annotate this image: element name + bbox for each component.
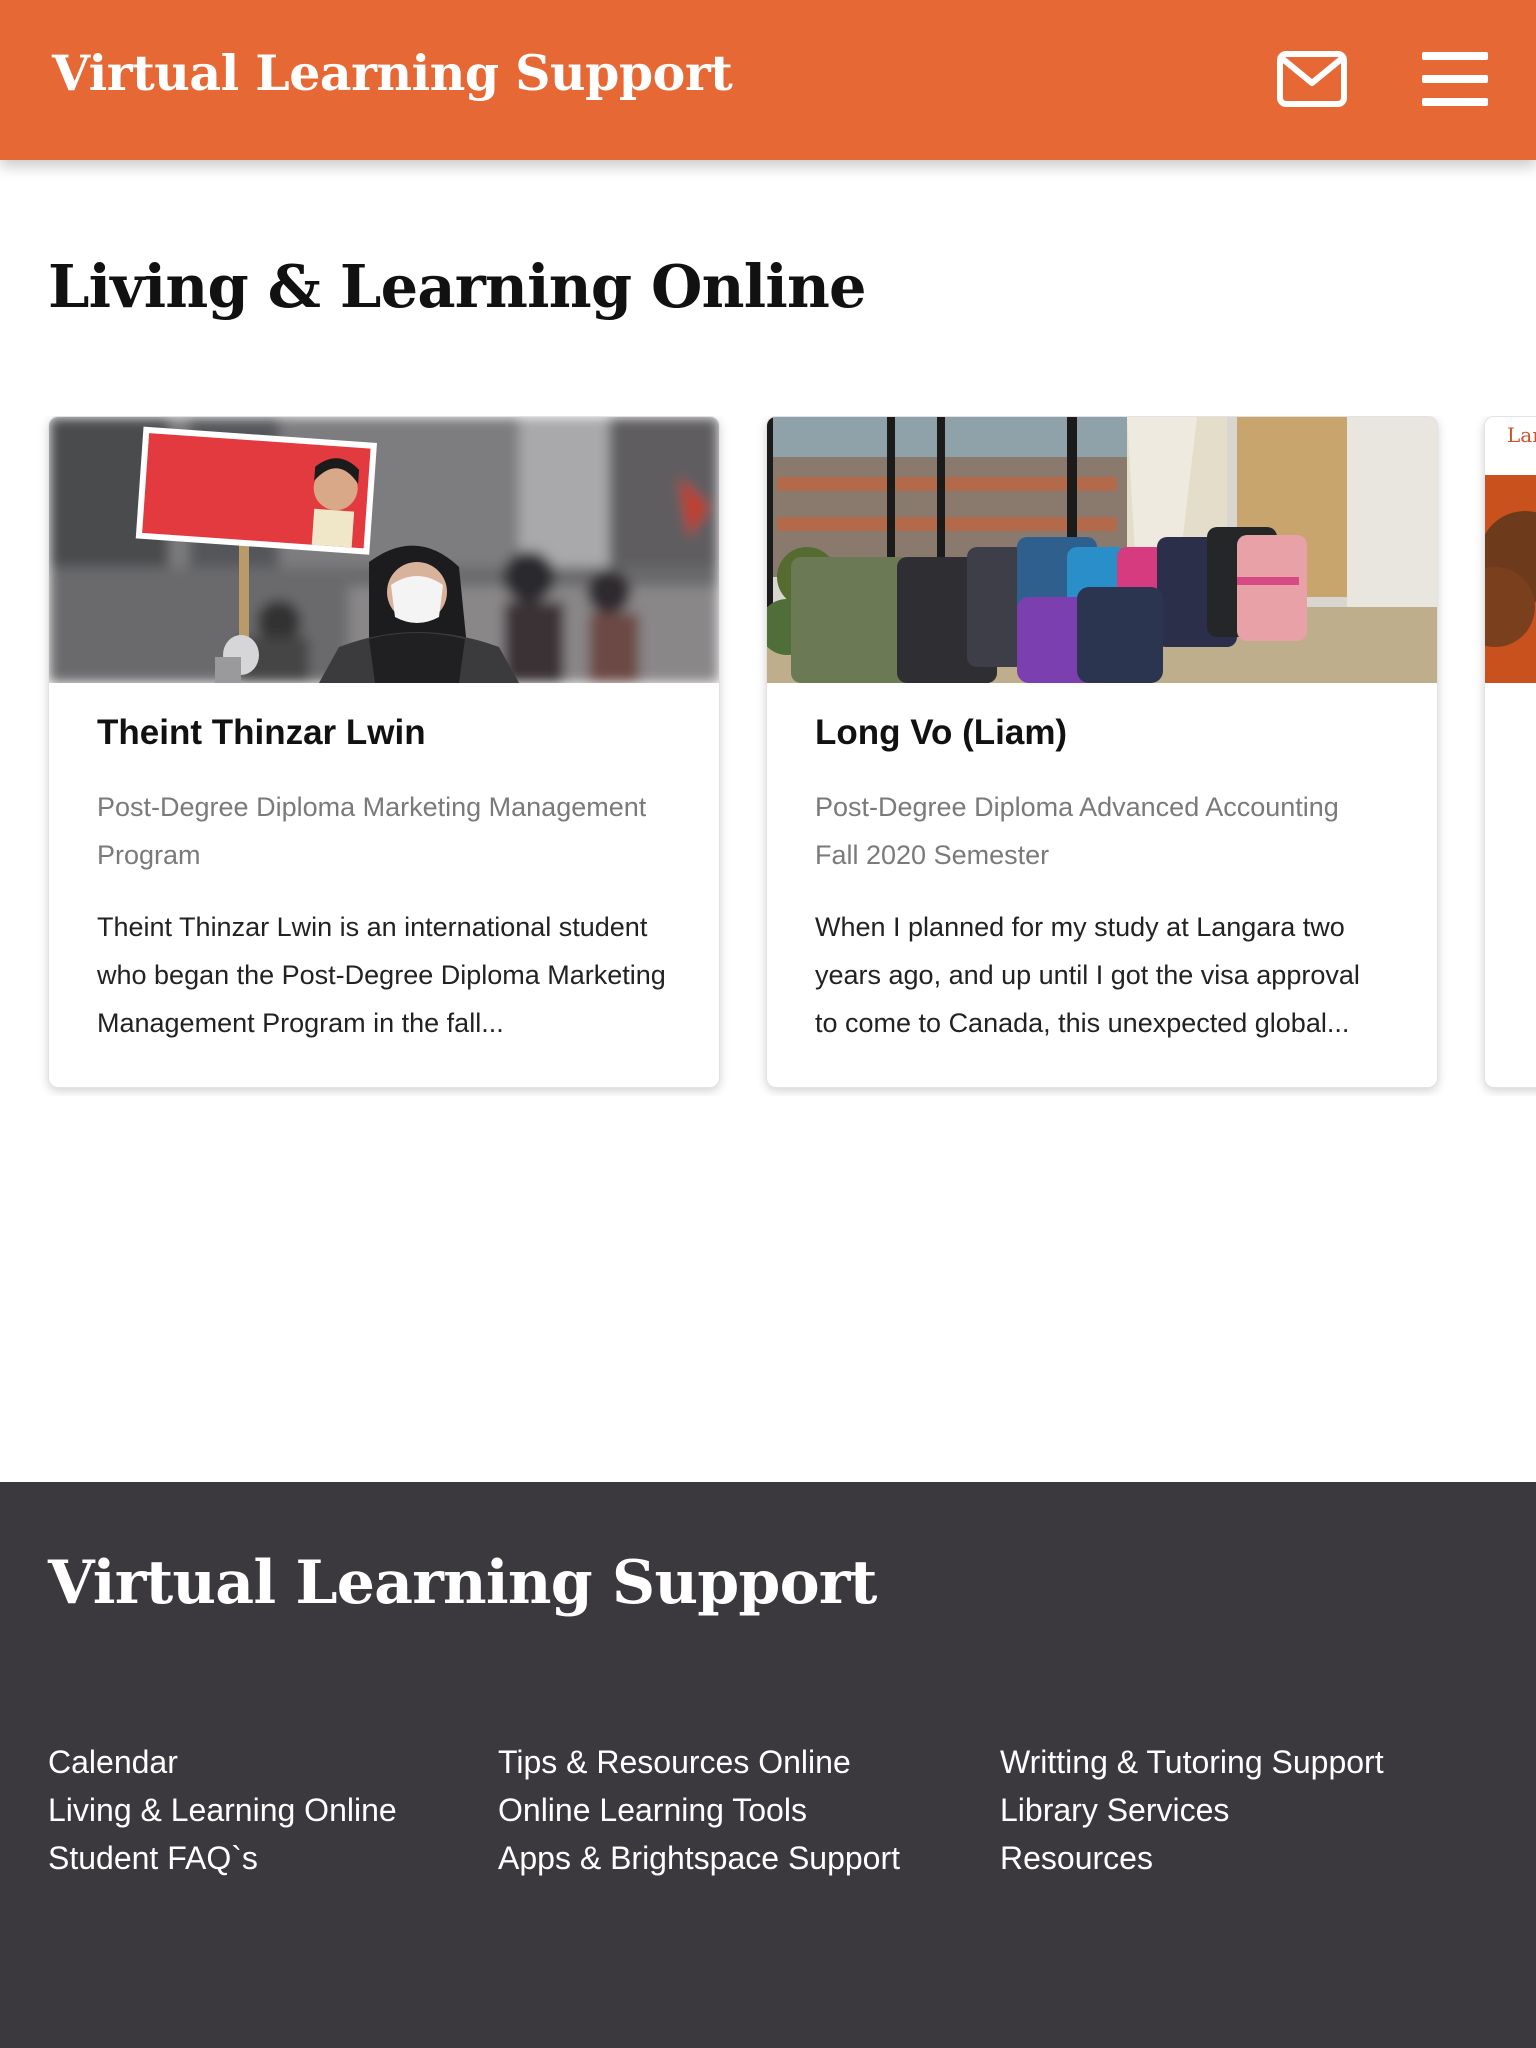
footer-link-calendar[interactable]: Calendar [48,1738,397,1786]
story-card-image [49,417,719,683]
footer-link-online-learning-tools[interactable]: Online Learning Tools [498,1786,900,1834]
footer-link-living-learning-online[interactable]: Living & Learning Online [48,1786,397,1834]
footer-links-column: Calendar Living & Learning Online Studen… [48,1738,397,1882]
footer-link-writing-tutoring-support[interactable]: Writting & Tutoring Support [1000,1738,1384,1786]
top-app-bar: Virtual Learning Support [0,0,1536,160]
story-card[interactable]: Theint Thinzar Lwin Post-Degree Diploma … [48,416,720,1088]
story-card-excerpt: Theint Thinzar Lwin is an international … [97,912,666,1038]
story-card-program: Post-Degree Diploma Advanced Accounting … [815,792,1339,870]
story-card-title: Long Vo (Liam) [815,713,1068,752]
story-card-program: Post-Degree Diploma Marketing Management… [97,792,647,870]
footer-links-column: Tips & Resources Online Online Learning … [498,1738,900,1882]
footer-link-resources[interactable]: Resources [1000,1834,1384,1882]
story-card-title: Theint Thinzar Lwin [97,713,426,752]
footer-link-student-faqs[interactable]: Student FAQ`s [48,1834,397,1882]
story-card[interactable]: Lar [1484,416,1536,1088]
mail-icon [1277,51,1347,107]
menu-button[interactable] [1422,50,1488,108]
story-card-excerpt: When I planned for my study at Langara t… [815,912,1360,1038]
footer-title: Virtual Learning Support [48,1548,877,1618]
story-card-image [767,417,1437,683]
story-card-image: Lar [1485,417,1536,683]
footer-link-apps-brightspace-support[interactable]: Apps & Brightspace Support [498,1834,900,1882]
mail-button[interactable] [1276,50,1348,108]
page-title: Living & Learning Online [48,252,867,321]
footer-links-column: Writting & Tutoring Support Library Serv… [1000,1738,1384,1882]
site-footer: Virtual Learning Support Calendar Living… [0,1482,1536,2048]
story-card[interactable]: Long Vo (Liam) Post-Degree Diploma Advan… [766,416,1438,1088]
story-card-image-text: Lar [1507,423,1536,447]
footer-link-library-services[interactable]: Library Services [1000,1786,1384,1834]
footer-link-tips-resources-online[interactable]: Tips & Resources Online [498,1738,900,1786]
story-carousel[interactable]: Theint Thinzar Lwin Post-Degree Diploma … [0,416,1536,1096]
hamburger-menu-icon [1422,52,1488,106]
site-title[interactable]: Virtual Learning Support [52,44,733,102]
